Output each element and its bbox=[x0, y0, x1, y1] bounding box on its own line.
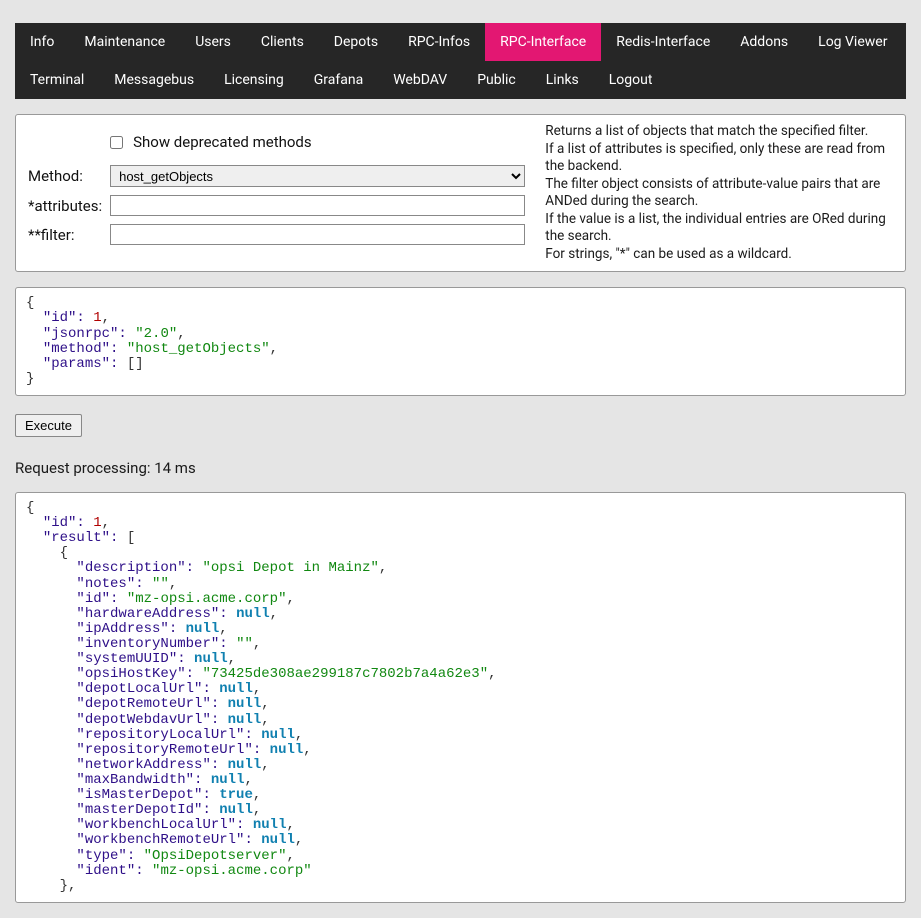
response-json: { "id": 1, "result": [ { "description": … bbox=[15, 492, 906, 903]
filter-label: **filter: bbox=[26, 220, 108, 249]
nav-item-links[interactable]: Links bbox=[531, 61, 594, 99]
nav-item-info[interactable]: Info bbox=[15, 23, 69, 61]
nav-item-terminal[interactable]: Terminal bbox=[15, 61, 99, 99]
show-deprecated-label[interactable]: Show deprecated methods bbox=[133, 133, 312, 151]
request-json: { "id": 1, "jsonrpc": "2.0", "method": "… bbox=[15, 287, 906, 396]
nav-item-users[interactable]: Users bbox=[180, 23, 246, 61]
attributes-label: *attributes: bbox=[26, 191, 108, 220]
nav-item-rpc-interface[interactable]: RPC-Interface bbox=[485, 23, 601, 61]
request-processing-time: Request processing: 14 ms bbox=[15, 459, 906, 477]
nav-item-log-viewer[interactable]: Log Viewer bbox=[803, 23, 902, 61]
nav-item-rpc-infos[interactable]: RPC-Infos bbox=[393, 23, 485, 61]
nav-item-redis-interface[interactable]: Redis-Interface bbox=[601, 23, 725, 61]
rpc-form-panel: Show deprecated methods Method: host_get… bbox=[15, 114, 906, 272]
nav-item-messagebus[interactable]: Messagebus bbox=[99, 61, 209, 99]
nav-item-clients[interactable]: Clients bbox=[246, 23, 319, 61]
nav-item-addons[interactable]: Addons bbox=[725, 23, 803, 61]
attributes-input[interactable] bbox=[110, 195, 525, 216]
method-select[interactable]: host_getObjects bbox=[110, 165, 525, 187]
nav-item-logout[interactable]: Logout bbox=[594, 61, 668, 99]
nav-item-public[interactable]: Public bbox=[462, 61, 531, 99]
top-nav: InfoMaintenanceUsersClientsDepotsRPC-Inf… bbox=[15, 23, 906, 99]
filter-input[interactable] bbox=[110, 224, 525, 245]
nav-item-licensing[interactable]: Licensing bbox=[209, 61, 299, 99]
execute-button[interactable]: Execute bbox=[15, 414, 82, 437]
method-help-text: Returns a list of objects that match the… bbox=[545, 123, 895, 263]
method-label: Method: bbox=[26, 161, 108, 191]
nav-item-depots[interactable]: Depots bbox=[319, 23, 393, 61]
nav-item-webdav[interactable]: WebDAV bbox=[378, 61, 462, 99]
nav-item-grafana[interactable]: Grafana bbox=[299, 61, 378, 99]
nav-item-maintenance[interactable]: Maintenance bbox=[69, 23, 180, 61]
show-deprecated-checkbox[interactable] bbox=[110, 136, 123, 149]
